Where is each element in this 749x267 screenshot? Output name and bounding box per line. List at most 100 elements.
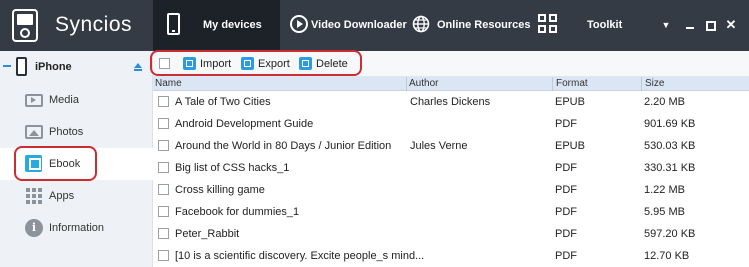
table-row[interactable]: Around the World in 80 Days / Junior Edi… [153,135,749,157]
delete-button[interactable]: Delete [299,55,349,73]
sidebar-item-information[interactable]: i Information [0,212,153,244]
cell-size: 901.69 KB [644,118,696,130]
delete-icon [299,57,312,70]
tab-label: Online Resources [437,19,531,31]
sidebar-item-photos[interactable]: Photos [0,116,153,148]
cell-format: PDF [555,250,577,262]
scrollbar[interactable] [741,91,749,267]
cell-format: PDF [555,228,577,240]
cell-format: PDF [555,206,577,218]
tv-icon [25,94,43,107]
row-checkbox[interactable] [158,162,169,173]
apps-grid-icon [25,187,43,205]
column-divider[interactable] [552,77,553,91]
tab-label: Toolkit [587,19,623,31]
column-header-format[interactable]: Format [556,78,588,89]
table-row[interactable]: [10 is a scientific discovery. Excite pe… [153,245,749,267]
row-checkbox[interactable] [158,206,169,217]
menu-chevron-icon[interactable]: ▼ [659,18,673,32]
cell-format: PDF [555,184,577,196]
cell-name: Cross killing game [175,184,265,196]
cell-size: 1.22 MB [644,184,685,196]
cell-author: Charles Dickens [410,96,491,108]
tab-online-resources[interactable]: Online Resources [402,0,531,51]
sidebar-item-label: Photos [49,126,84,138]
export-button[interactable]: Export [241,55,291,73]
ebook-list: A Tale of Two Cities Charles Dickens EPU… [153,91,749,267]
app-logo: Syncios [0,0,153,51]
cell-format: PDF [555,118,577,130]
toolbar: Import Export Delete [153,51,749,77]
import-icon [183,57,196,70]
sidebar-item-media[interactable]: Media [0,84,153,116]
table-header: Name Author Format Size [153,77,749,91]
sidebar: iPhone Media Photos Ebook Apps i Informa… [0,51,154,267]
tab-label: Video Downloader [311,19,407,31]
row-checkbox[interactable] [158,96,169,107]
cell-name: Android Development Guide [175,118,314,130]
row-checkbox[interactable] [158,118,169,129]
table-row[interactable]: Peter_Rabbit PDF 597.20 KB [153,223,749,245]
export-icon [241,57,254,70]
row-checkbox[interactable] [158,184,169,195]
select-all-checkbox[interactable] [159,58,170,69]
cell-name: A Tale of Two Cities [175,96,271,108]
column-header-author[interactable]: Author [409,78,438,89]
tab-my-devices[interactable]: My devices [153,0,280,51]
phone-icon [167,13,180,35]
cell-size: 330.31 KB [644,162,696,174]
cell-name: Around the World in 80 Days / Junior Edi… [175,140,392,152]
sidebar-item-label: Ebook [49,158,81,170]
table-row[interactable]: Big list of CSS hacks_1 PDF 330.31 KB [153,157,749,179]
import-button[interactable]: Import [183,55,233,73]
top-bar: Syncios My devices Video Downloader Onli… [0,0,749,51]
minimize-icon[interactable] [683,18,697,32]
cell-name: [10 is a scientific discovery. Excite pe… [175,250,425,262]
device-header[interactable]: iPhone [0,51,153,81]
cell-size: 597.20 KB [644,228,696,240]
sidebar-item-label: Apps [49,190,75,202]
collapse-icon[interactable] [3,65,11,67]
cell-size: 530.03 KB [644,140,696,152]
row-checkbox[interactable] [158,228,169,239]
table-row[interactable]: A Tale of Two Cities Charles Dickens EPU… [153,91,749,113]
table-row[interactable]: Android Development Guide PDF 901.69 KB [153,113,749,135]
column-divider[interactable] [406,77,407,91]
cell-size: 5.95 MB [644,206,685,218]
device-name: iPhone [35,61,72,73]
export-label: Export [258,58,290,70]
cell-format: EPUB [555,96,585,108]
column-header-name[interactable]: Name [155,78,182,89]
cell-format: PDF [555,162,577,174]
cell-name: Peter_Rabbit [175,228,240,240]
book-icon [25,155,42,172]
tab-label: My devices [203,19,262,31]
cell-author: Jules Verne [410,140,468,152]
column-divider[interactable] [641,77,642,91]
row-checkbox[interactable] [158,140,169,151]
cell-name: Facebook for dummies_1 [175,206,300,218]
row-checkbox[interactable] [158,250,169,261]
ipod-icon [12,9,38,42]
table-row[interactable]: Cross killing game PDF 1.22 MB [153,179,749,201]
app-title: Syncios [55,13,133,36]
iphone-icon [16,57,27,76]
eject-icon[interactable] [134,63,142,71]
import-label: Import [200,58,232,70]
play-icon [290,15,308,33]
sidebar-item-ebook[interactable]: Ebook [0,148,154,180]
cell-size: 2.20 MB [644,96,685,108]
table-row[interactable]: Facebook for dummies_1 PDF 5.95 MB [153,201,749,223]
sidebar-item-label: Media [49,94,79,106]
globe-icon [412,15,430,33]
sidebar-item-apps[interactable]: Apps [0,180,153,212]
sidebar-item-label: Information [49,222,105,234]
maximize-icon[interactable] [703,18,717,32]
tab-video-downloader[interactable]: Video Downloader [280,0,407,51]
tab-toolkit[interactable]: Toolkit [525,0,635,51]
grid-icon [538,14,558,34]
delete-label: Delete [316,58,348,70]
close-icon[interactable]: ✕ [724,18,738,32]
cell-size: 12.70 KB [644,250,690,262]
column-header-size[interactable]: Size [645,78,664,89]
